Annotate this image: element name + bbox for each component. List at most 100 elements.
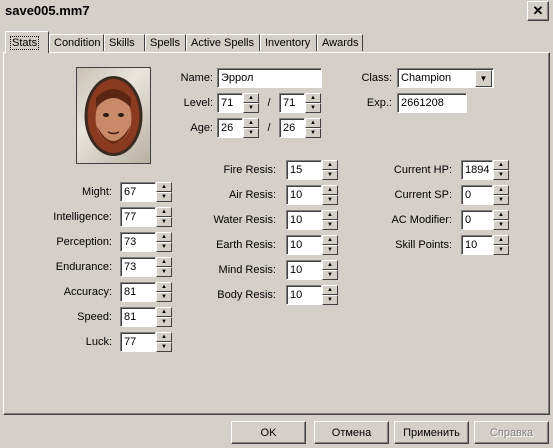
status-field-ac-modifier[interactable]: 0 bbox=[461, 210, 493, 230]
spin-up-icon[interactable]: ▲ bbox=[156, 182, 172, 192]
spin-up-icon[interactable]: ▲ bbox=[156, 232, 172, 242]
resist-field-mind[interactable]: 10 bbox=[286, 260, 322, 280]
resist-field-body[interactable]: 10 bbox=[286, 285, 322, 305]
tab-spells[interactable]: Spells bbox=[145, 34, 186, 51]
resist-field-fire[interactable]: 15 bbox=[286, 160, 322, 180]
status-stepper-current-hp[interactable]: ▲ ▼ bbox=[493, 160, 509, 180]
resist-stepper-water[interactable]: ▲ ▼ bbox=[322, 210, 338, 230]
spin-down-icon[interactable]: ▼ bbox=[243, 103, 259, 113]
spin-up-icon[interactable]: ▲ bbox=[322, 235, 338, 245]
resist-field-water[interactable]: 10 bbox=[286, 210, 322, 230]
spin-up-icon[interactable]: ▲ bbox=[243, 118, 259, 128]
spin-up-icon[interactable]: ▲ bbox=[322, 285, 338, 295]
resist-stepper-body[interactable]: ▲ ▼ bbox=[322, 285, 338, 305]
spin-up-icon[interactable]: ▲ bbox=[156, 207, 172, 217]
resist-stepper-mind[interactable]: ▲ ▼ bbox=[322, 260, 338, 280]
spin-down-icon[interactable]: ▼ bbox=[156, 267, 172, 277]
tab-inventory[interactable]: Inventory bbox=[260, 34, 317, 51]
stat-field-speed[interactable]: 81 bbox=[120, 307, 156, 327]
spin-down-icon[interactable]: ▼ bbox=[156, 192, 172, 202]
spin-down-icon[interactable]: ▼ bbox=[243, 128, 259, 138]
spin-down-icon[interactable]: ▼ bbox=[322, 295, 338, 305]
spin-down-icon[interactable]: ▼ bbox=[493, 170, 509, 180]
spin-up-icon[interactable]: ▲ bbox=[493, 185, 509, 195]
spin-down-icon[interactable]: ▼ bbox=[493, 220, 509, 230]
tab-stats[interactable]: Stats bbox=[5, 31, 49, 53]
spin-down-icon[interactable]: ▼ bbox=[322, 170, 338, 180]
name-field[interactable]: Эррол bbox=[217, 68, 322, 88]
spin-down-icon[interactable]: ▼ bbox=[156, 342, 172, 352]
spin-down-icon[interactable]: ▼ bbox=[156, 217, 172, 227]
resist-stepper-fire[interactable]: ▲ ▼ bbox=[322, 160, 338, 180]
stat-field-luck[interactable]: 77 bbox=[120, 332, 156, 352]
stat-stepper-endurance[interactable]: ▲ ▼ bbox=[156, 257, 172, 277]
status-stepper-skill-points[interactable]: ▲ ▼ bbox=[493, 235, 509, 255]
stat-stepper-luck[interactable]: ▲ ▼ bbox=[156, 332, 172, 352]
spin-up-icon[interactable]: ▲ bbox=[322, 185, 338, 195]
spin-down-icon[interactable]: ▼ bbox=[322, 270, 338, 280]
level-current-field[interactable]: 71 bbox=[217, 93, 243, 113]
age-current-field[interactable]: 26 bbox=[217, 118, 243, 138]
spin-down-icon[interactable]: ▼ bbox=[322, 245, 338, 255]
stat-field-perception[interactable]: 73 bbox=[120, 232, 156, 252]
cancel-button[interactable]: Отмена bbox=[314, 421, 389, 444]
spin-up-icon[interactable]: ▲ bbox=[493, 235, 509, 245]
ok-button[interactable]: OK bbox=[231, 421, 306, 444]
status-field-current-hp[interactable]: 1894 bbox=[461, 160, 493, 180]
status-stepper-ac-modifier[interactable]: ▲ ▼ bbox=[493, 210, 509, 230]
stat-field-intelligence[interactable]: 77 bbox=[120, 207, 156, 227]
stat-field-endurance[interactable]: 73 bbox=[120, 257, 156, 277]
stat-stepper-intelligence[interactable]: ▲ ▼ bbox=[156, 207, 172, 227]
resist-field-earth[interactable]: 10 bbox=[286, 235, 322, 255]
status-field-skill-points[interactable]: 10 bbox=[461, 235, 493, 255]
stat-stepper-accuracy[interactable]: ▲ ▼ bbox=[156, 282, 172, 302]
stat-field-might[interactable]: 67 bbox=[120, 182, 156, 202]
tab-active-spells[interactable]: Active Spells bbox=[186, 34, 260, 51]
spin-down-icon[interactable]: ▼ bbox=[156, 317, 172, 327]
spin-up-icon[interactable]: ▲ bbox=[156, 257, 172, 267]
age-current-stepper[interactable]: ▲ ▼ bbox=[243, 118, 259, 138]
spin-down-icon[interactable]: ▼ bbox=[493, 245, 509, 255]
spin-up-icon[interactable]: ▲ bbox=[243, 93, 259, 103]
stat-stepper-speed[interactable]: ▲ ▼ bbox=[156, 307, 172, 327]
spin-down-icon[interactable]: ▼ bbox=[305, 103, 321, 113]
spin-up-icon[interactable]: ▲ bbox=[305, 118, 321, 128]
stat-stepper-perception[interactable]: ▲ ▼ bbox=[156, 232, 172, 252]
help-button[interactable]: Справка bbox=[474, 421, 549, 444]
stat-stepper-might[interactable]: ▲ ▼ bbox=[156, 182, 172, 202]
spin-down-icon[interactable]: ▼ bbox=[156, 242, 172, 252]
tab-condition[interactable]: Condition bbox=[49, 34, 104, 51]
status-field-current-sp[interactable]: 0 bbox=[461, 185, 493, 205]
spin-up-icon[interactable]: ▲ bbox=[156, 307, 172, 317]
spin-down-icon[interactable]: ▼ bbox=[305, 128, 321, 138]
spin-up-icon[interactable]: ▲ bbox=[322, 160, 338, 170]
status-stepper-current-sp[interactable]: ▲ ▼ bbox=[493, 185, 509, 205]
exp-field[interactable]: 2661208 bbox=[397, 93, 467, 113]
spin-down-icon[interactable]: ▼ bbox=[322, 195, 338, 205]
level-base-field[interactable]: 71 bbox=[279, 93, 305, 113]
tab-skills[interactable]: Skills bbox=[104, 34, 145, 51]
close-button[interactable]: ✕ bbox=[527, 1, 549, 21]
spin-up-icon[interactable]: ▲ bbox=[493, 160, 509, 170]
tab-awards[interactable]: Awards bbox=[317, 34, 363, 51]
age-base-field[interactable]: 26 bbox=[279, 118, 305, 138]
level-base-stepper[interactable]: ▲ ▼ bbox=[305, 93, 321, 113]
apply-button[interactable]: Применить bbox=[394, 421, 469, 444]
resist-stepper-air[interactable]: ▲ ▼ bbox=[322, 185, 338, 205]
spin-down-icon[interactable]: ▼ bbox=[156, 292, 172, 302]
spin-up-icon[interactable]: ▲ bbox=[493, 210, 509, 220]
level-current-stepper[interactable]: ▲ ▼ bbox=[243, 93, 259, 113]
spin-up-icon[interactable]: ▲ bbox=[156, 332, 172, 342]
spin-up-icon[interactable]: ▲ bbox=[322, 210, 338, 220]
stat-field-accuracy[interactable]: 81 bbox=[120, 282, 156, 302]
spin-up-icon[interactable]: ▲ bbox=[156, 282, 172, 292]
age-base-stepper[interactable]: ▲ ▼ bbox=[305, 118, 321, 138]
spin-down-icon[interactable]: ▼ bbox=[322, 220, 338, 230]
spin-up-icon[interactable]: ▲ bbox=[322, 260, 338, 270]
spin-down-icon[interactable]: ▼ bbox=[493, 195, 509, 205]
resist-label-body: Body Resis: bbox=[217, 289, 276, 301]
resist-field-air[interactable]: 10 bbox=[286, 185, 322, 205]
resist-stepper-earth[interactable]: ▲ ▼ bbox=[322, 235, 338, 255]
spin-up-icon[interactable]: ▲ bbox=[305, 93, 321, 103]
chevron-down-icon[interactable]: ▼ bbox=[475, 70, 492, 87]
